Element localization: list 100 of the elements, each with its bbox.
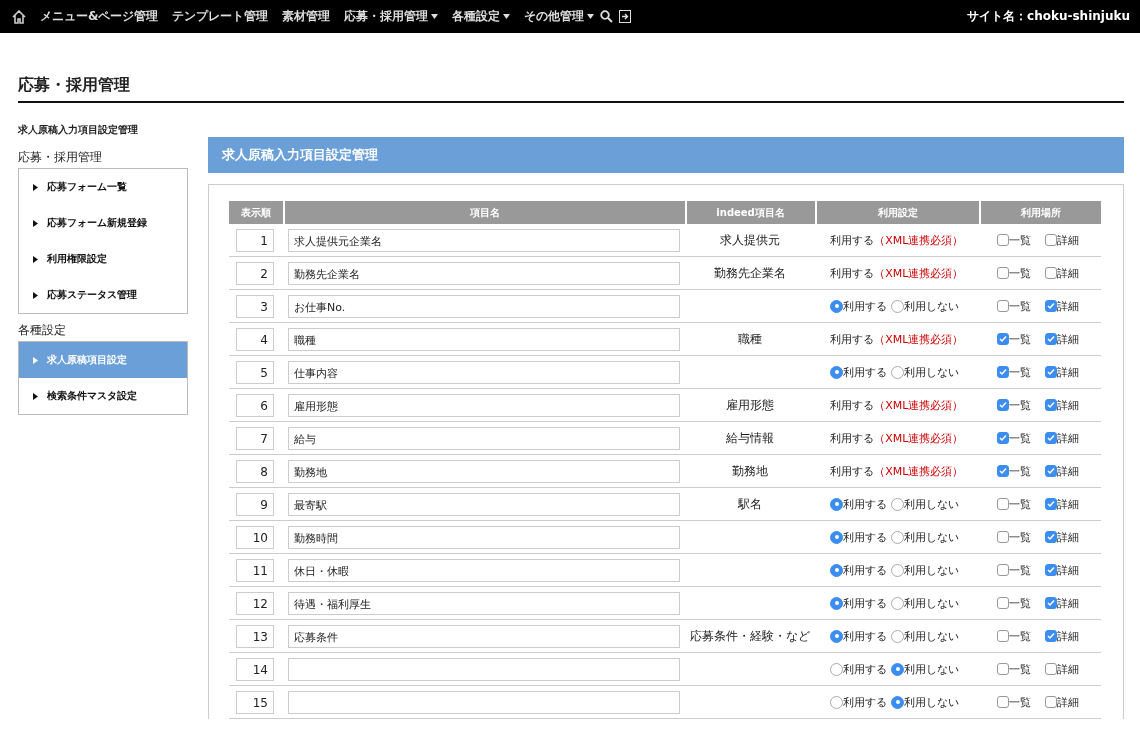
place-checkbox[interactable]: 詳細 <box>1044 694 1079 710</box>
usage-radio[interactable]: 利用する <box>830 562 888 578</box>
place-checkbox[interactable]: 一覧 <box>996 232 1031 248</box>
place-checkbox[interactable]: 詳細 <box>1044 397 1079 413</box>
home-icon[interactable] <box>12 9 26 24</box>
order-field[interactable]: 14 <box>236 657 274 681</box>
place-checkbox[interactable]: 一覧 <box>996 298 1031 314</box>
indeed-item-name: 給与情報 <box>725 431 774 445</box>
usage-radio[interactable]: 利用しない <box>891 298 960 314</box>
place-checkbox[interactable]: 一覧 <box>996 430 1031 446</box>
place-checkbox[interactable]: 詳細 <box>1044 628 1079 644</box>
place-checkbox[interactable]: 詳細 <box>1044 298 1079 314</box>
place-checkbox[interactable]: 詳細 <box>1044 529 1079 545</box>
place-checkbox[interactable]: 一覧 <box>996 265 1031 281</box>
usage-radio[interactable]: 利用する <box>830 298 888 314</box>
triangle-icon <box>33 183 38 191</box>
place-checkbox[interactable]: 詳細 <box>1044 232 1079 248</box>
place-checkbox[interactable]: 詳細 <box>1044 430 1079 446</box>
order-field[interactable]: 7 <box>236 426 274 450</box>
usage-radio[interactable]: 利用しない <box>891 694 960 710</box>
item-name-field[interactable]: お仕事No. <box>288 294 681 318</box>
place-checkbox[interactable]: 一覧 <box>996 529 1031 545</box>
item-name-field[interactable]: 勤務地 <box>288 459 681 483</box>
usage-radio[interactable]: 利用する <box>830 496 888 512</box>
site-name: サイト名：choku-shinjuku <box>967 8 1131 25</box>
order-field[interactable]: 2 <box>236 261 274 285</box>
usage-radio[interactable]: 利用する <box>830 694 888 710</box>
column-header: 表示順 <box>229 201 284 224</box>
place-checkbox[interactable]: 一覧 <box>996 661 1031 677</box>
nav-link[interactable]: 各種設定 <box>452 8 511 25</box>
usage-radio[interactable]: 利用する <box>830 529 888 545</box>
order-field[interactable]: 12 <box>236 591 274 615</box>
triangle-icon <box>33 219 38 227</box>
item-name-field[interactable]: 給与 <box>288 426 681 450</box>
indeed-item-name: 求人提供元 <box>719 233 780 247</box>
place-checkbox[interactable]: 一覧 <box>996 364 1031 380</box>
usage-radio[interactable]: 利用しない <box>891 661 960 677</box>
order-field[interactable]: 9 <box>236 492 274 516</box>
order-field[interactable]: 8 <box>236 459 274 483</box>
check-icon <box>998 335 1007 343</box>
item-name-field[interactable]: 休日・休暇 <box>288 558 681 582</box>
order-field[interactable]: 11 <box>236 558 274 582</box>
place-checkbox[interactable]: 詳細 <box>1044 562 1079 578</box>
usage-radio[interactable]: 利用する <box>830 595 888 611</box>
item-name-field[interactable]: 勤務時間 <box>288 525 681 549</box>
nav-link[interactable]: 素材管理 <box>282 8 331 25</box>
check-icon <box>1046 434 1055 442</box>
check-icon <box>998 434 1007 442</box>
place-checkbox[interactable]: 詳細 <box>1044 331 1079 347</box>
usage-radio[interactable]: 利用する <box>830 661 888 677</box>
item-name-field[interactable] <box>288 657 681 681</box>
check-icon <box>1046 566 1055 574</box>
item-name-field[interactable]: 求人提供元企業名 <box>288 228 681 252</box>
item-name-field[interactable]: 応募条件 <box>288 624 681 648</box>
order-field[interactable]: 1 <box>236 228 274 252</box>
place-checkbox[interactable]: 詳細 <box>1044 661 1079 677</box>
order-field[interactable]: 6 <box>236 393 274 417</box>
nav-link[interactable]: その他管理 <box>524 8 595 25</box>
logout-icon[interactable] <box>619 10 632 23</box>
item-name-field[interactable]: 勤務先企業名 <box>288 261 681 285</box>
place-checkbox[interactable]: 一覧 <box>996 463 1031 479</box>
caret-icon <box>431 14 439 19</box>
usage-radio[interactable]: 利用する <box>830 628 888 644</box>
nav-link[interactable]: テンプレート管理 <box>172 8 269 25</box>
order-field[interactable]: 13 <box>236 624 274 648</box>
usage-radio[interactable]: 利用しない <box>891 562 960 578</box>
usage-radio[interactable]: 利用しない <box>891 496 960 512</box>
search-icon[interactable] <box>600 10 614 23</box>
place-checkbox[interactable]: 詳細 <box>1044 463 1079 479</box>
order-field[interactable]: 3 <box>236 294 274 318</box>
usage-radio[interactable]: 利用しない <box>891 628 960 644</box>
usage-radio[interactable]: 利用しない <box>891 364 960 380</box>
check-icon <box>1046 533 1055 541</box>
item-name-field[interactable]: 職種 <box>288 327 681 351</box>
nav-link[interactable]: 応募・採用管理 <box>344 8 439 25</box>
place-checkbox[interactable]: 詳細 <box>1044 265 1079 281</box>
item-name-field[interactable]: 雇用形態 <box>288 393 681 417</box>
place-checkbox[interactable]: 詳細 <box>1044 364 1079 380</box>
place-checkbox[interactable]: 一覧 <box>996 496 1031 512</box>
order-field[interactable]: 5 <box>236 360 274 384</box>
order-field[interactable]: 15 <box>236 690 274 714</box>
place-checkbox[interactable]: 一覧 <box>996 397 1031 413</box>
place-checkbox[interactable]: 詳細 <box>1044 496 1079 512</box>
place-checkbox[interactable]: 一覧 <box>996 628 1031 644</box>
usage-radio[interactable]: 利用しない <box>891 595 960 611</box>
place-checkbox[interactable]: 詳細 <box>1044 595 1079 611</box>
order-field[interactable]: 4 <box>236 327 274 351</box>
indeed-item-name: 応募条件・経験・など <box>689 629 810 643</box>
item-name-field[interactable] <box>288 690 681 714</box>
nav-link[interactable]: メニュー&ページ管理 <box>40 8 159 25</box>
item-name-field[interactable]: 待遇・福利厚生 <box>288 591 681 615</box>
usage-radio[interactable]: 利用しない <box>891 529 960 545</box>
order-field[interactable]: 10 <box>236 525 274 549</box>
item-name-field[interactable]: 仕事内容 <box>288 360 681 384</box>
place-checkbox[interactable]: 一覧 <box>996 331 1031 347</box>
place-checkbox[interactable]: 一覧 <box>996 595 1031 611</box>
usage-radio[interactable]: 利用する <box>830 364 888 380</box>
item-name-field[interactable]: 最寄駅 <box>288 492 681 516</box>
place-checkbox[interactable]: 一覧 <box>996 694 1031 710</box>
place-checkbox[interactable]: 一覧 <box>996 562 1031 578</box>
